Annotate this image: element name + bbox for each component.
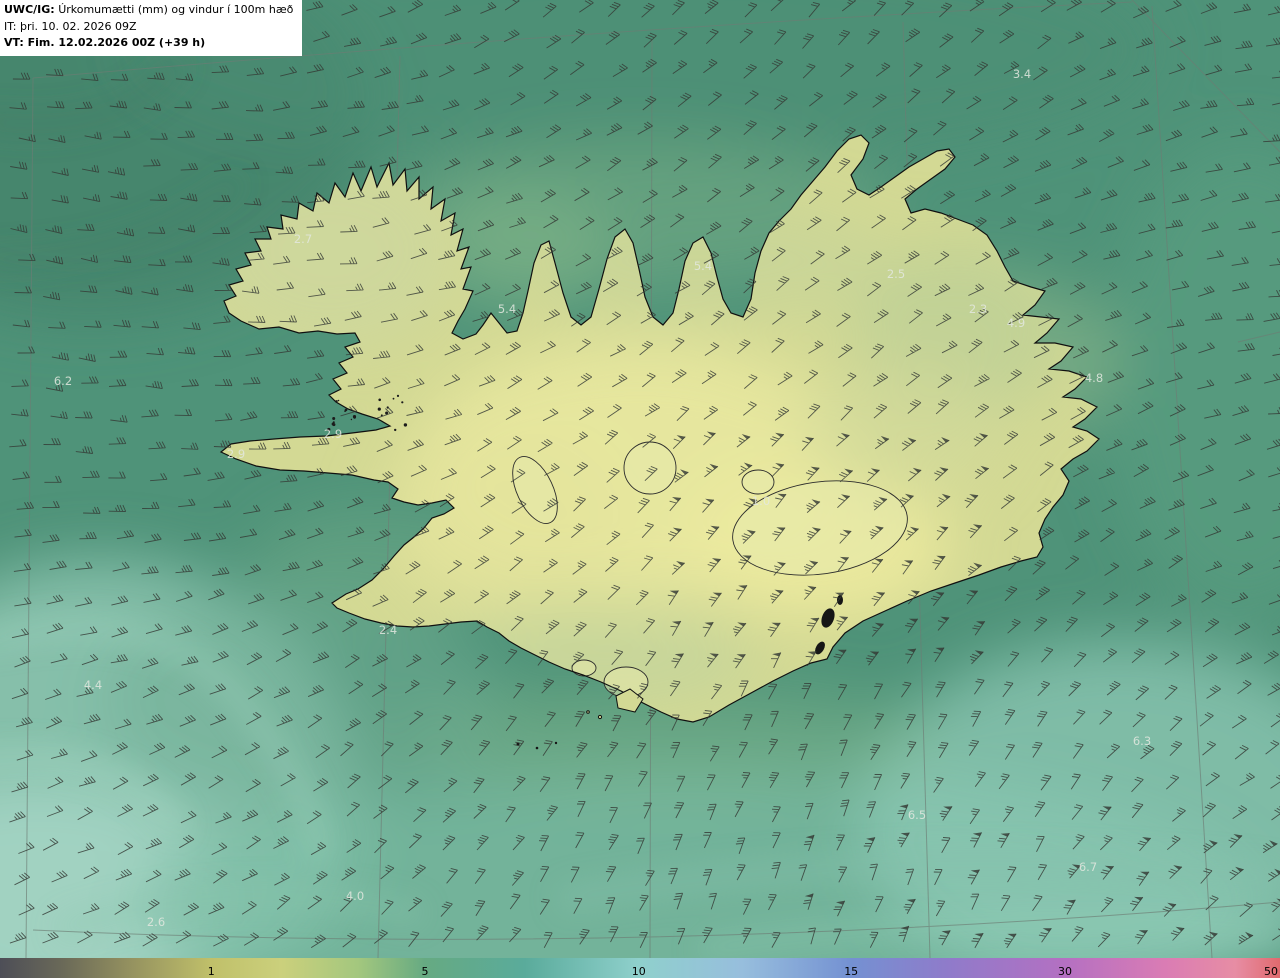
islet-dot xyxy=(344,410,346,412)
model-label: UWC/IG: xyxy=(4,3,55,16)
contour-label: 6.2 xyxy=(54,374,72,388)
islet-dot xyxy=(337,399,340,402)
contour-label: 2.7 xyxy=(294,232,312,246)
islet-dot xyxy=(378,398,382,402)
title-line-product: UWC/IG: Úrkomumætti (mm) og vindur í 100… xyxy=(4,2,293,19)
precipitation-colorbar: 1 5 10 15 30 50 xyxy=(0,958,1280,978)
contour-label: 4.4 xyxy=(84,678,102,692)
contour-label: 4.0 xyxy=(346,889,364,903)
islet-dot xyxy=(332,423,336,427)
islet-dot xyxy=(353,416,356,419)
islet-dot xyxy=(403,423,408,427)
colorbar-tick-label: 5 xyxy=(421,965,429,978)
product-label: Úrkomumætti (mm) og vindur í 100m hæð xyxy=(58,3,294,16)
contour-label: 1.0 xyxy=(752,494,770,508)
contour-label: 2.9 xyxy=(227,447,245,461)
islet-dot xyxy=(332,417,336,420)
islet-dot xyxy=(401,401,404,404)
contour-label: 4.9 xyxy=(1007,316,1025,330)
contour-label: 2.9 xyxy=(324,427,342,441)
islet-dot xyxy=(335,400,338,403)
title-line-init-time: IT: þri. 10. 02. 2026 09Z xyxy=(4,19,137,33)
contour-label: 4.8 xyxy=(1085,371,1103,385)
islet-dot xyxy=(394,428,397,432)
colorbar-tick-label: 50 xyxy=(1264,965,1279,978)
islet-dot xyxy=(392,397,395,400)
colorbar-tick-label: 15 xyxy=(844,965,859,978)
contour-label: 2.6 xyxy=(147,915,165,929)
colorbar-tick-label: 30 xyxy=(1057,965,1072,978)
islet-dot xyxy=(377,407,381,411)
islet-dot xyxy=(332,421,335,424)
title-box: UWC/IG: Úrkomumætti (mm) og vindur í 100… xyxy=(0,0,303,56)
islet-dot xyxy=(396,394,400,397)
contour-label: 2.5 xyxy=(887,267,905,281)
contour-label: 6.3 xyxy=(1133,734,1151,748)
contour-label: 5.4 xyxy=(498,302,516,316)
contour-label: 6.7 xyxy=(1079,860,1097,874)
weather-map: 3.4 2.7 5.4 5.4 2.5 2.3 4.9 4.8 6.2 2.9 2.9 1.0 2.4 4… xyxy=(0,0,1280,958)
islet-dot xyxy=(350,418,353,421)
colorbar-tick-label: 1 xyxy=(207,965,215,978)
weather-map-canvas: 3.4 2.7 5.4 5.4 2.5 2.3 4.9 4.8 6.2 2.9 2.9 1.0 2.4 4… xyxy=(0,0,1280,958)
contour-label: 2.4 xyxy=(379,623,397,637)
title-line-valid-time: VT: Fim. 12.02.2026 00Z (+39 h) xyxy=(4,36,206,49)
contour-label: 6.5 xyxy=(908,808,926,822)
contour-label: 3.4 xyxy=(1013,67,1031,81)
contour-label: 2.3 xyxy=(969,302,987,316)
contour-label: 5.4 xyxy=(694,259,712,273)
colorbar-tick-label: 10 xyxy=(631,965,646,978)
